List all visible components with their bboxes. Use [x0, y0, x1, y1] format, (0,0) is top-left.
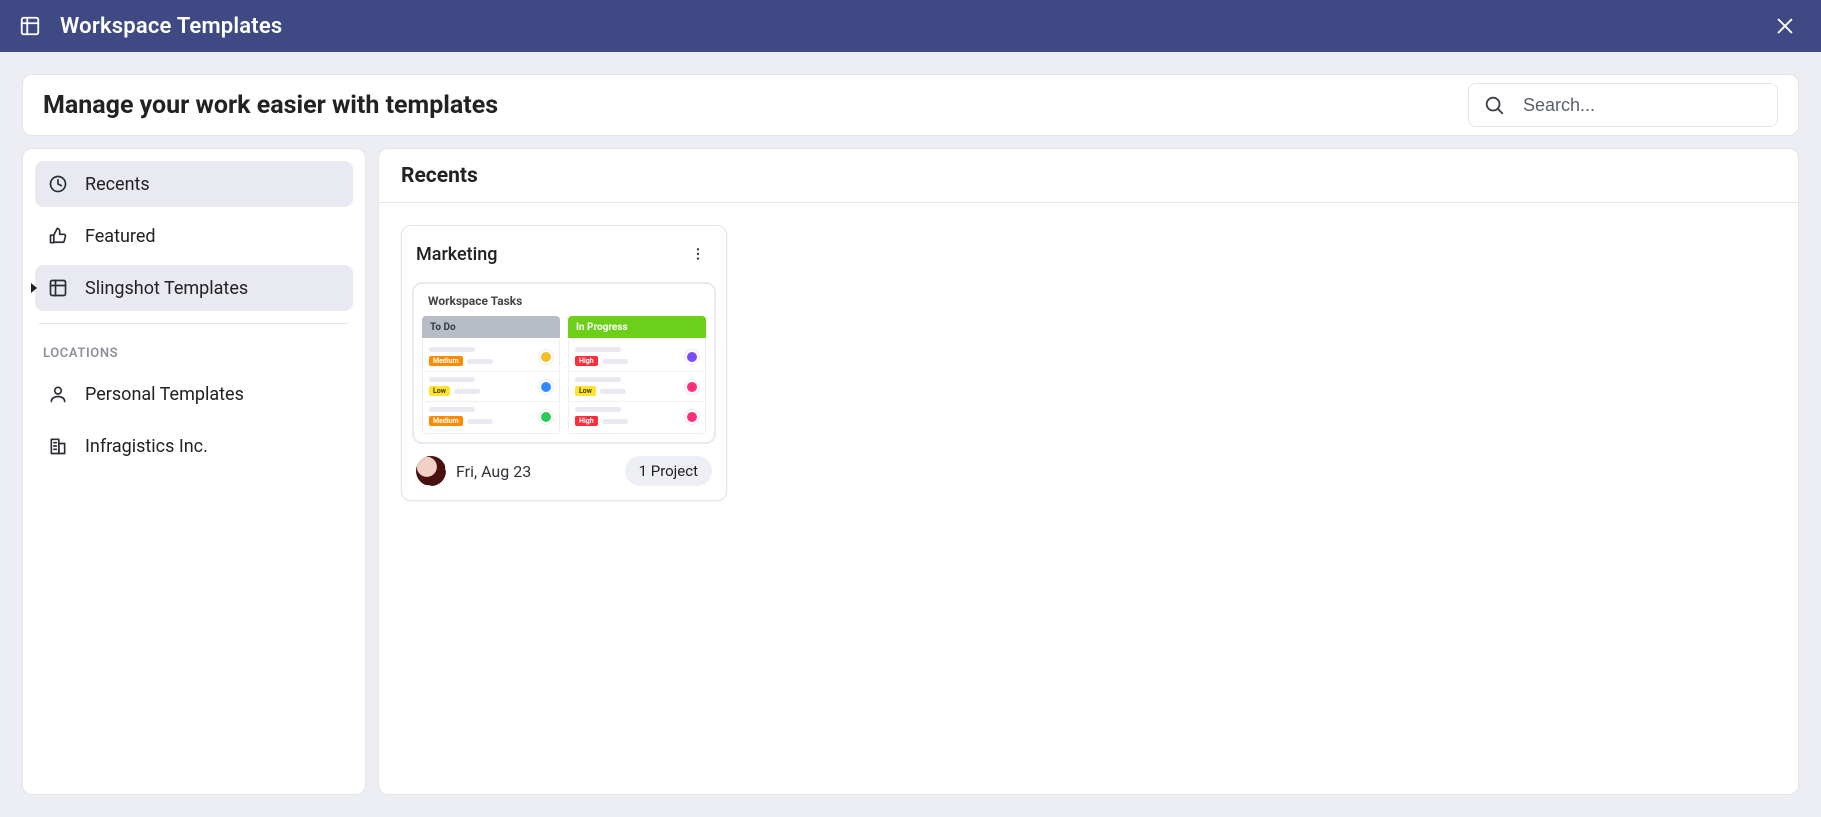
sidebar-divider	[39, 323, 349, 324]
close-button[interactable]	[1767, 8, 1803, 44]
sidebar-item-featured[interactable]: Featured	[35, 213, 353, 259]
assignee-avatar	[539, 380, 553, 394]
person-icon	[47, 383, 69, 405]
sidebar-item-personal-templates[interactable]: Personal Templates	[35, 371, 353, 417]
assignee-avatar	[539, 410, 553, 424]
priority-tag: Medium	[429, 416, 463, 426]
sidebar: Recents Featured Slingshot Templates	[22, 148, 366, 795]
board-column-todo: To Do Medium	[422, 316, 560, 434]
assignee-avatar	[539, 350, 553, 364]
template-preview: Workspace Tasks To Do Medium	[412, 282, 716, 444]
column-header: In Progress	[568, 316, 706, 338]
sidebar-item-slingshot-templates[interactable]: Slingshot Templates	[35, 265, 353, 311]
clock-icon	[47, 173, 69, 195]
assignee-avatar	[685, 380, 699, 394]
author-avatar	[416, 456, 446, 486]
task-item: Low	[569, 372, 705, 402]
task-item: Medium	[423, 402, 559, 431]
template-card-title: Marketing	[416, 244, 497, 265]
layout-icon	[47, 277, 69, 299]
sidebar-item-label: Slingshot Templates	[85, 278, 248, 299]
search-box[interactable]	[1468, 83, 1778, 127]
priority-tag: High	[575, 356, 598, 366]
titlebar-title: Workspace Templates	[60, 14, 282, 39]
building-icon	[47, 435, 69, 457]
task-item: Medium	[423, 342, 559, 372]
card-menu-button[interactable]	[684, 240, 712, 268]
workspace-icon	[18, 14, 42, 38]
board-column-progress: In Progress High	[568, 316, 706, 434]
hero-bar: Manage your work easier with templates	[22, 74, 1799, 136]
assignee-avatar	[685, 410, 699, 424]
sidebar-heading-locations: LOCATIONS	[35, 336, 353, 365]
main-panel: Recents Marketing Workspace Tasks	[378, 148, 1799, 795]
task-item: High	[569, 402, 705, 431]
sidebar-item-label: Recents	[85, 174, 150, 195]
sidebar-item-infragistics[interactable]: Infragistics Inc.	[35, 423, 353, 469]
kebab-icon	[690, 246, 706, 262]
close-icon	[1774, 15, 1796, 37]
priority-tag: Low	[429, 386, 450, 396]
template-date: Fri, Aug 23	[456, 462, 531, 481]
page-heading: Manage your work easier with templates	[43, 91, 498, 120]
search-icon	[1483, 94, 1505, 116]
sidebar-item-label: Featured	[85, 226, 156, 247]
priority-tag: Low	[575, 386, 596, 396]
priority-tag: High	[575, 416, 598, 426]
template-card[interactable]: Marketing Workspace Tasks To Do	[401, 225, 727, 501]
chevron-right-icon	[31, 283, 37, 293]
priority-tag: Medium	[429, 356, 463, 366]
titlebar: Workspace Templates	[0, 0, 1821, 52]
project-count-chip: 1 Project	[625, 456, 712, 486]
section-title: Recents	[379, 149, 1798, 203]
search-input[interactable]	[1521, 94, 1763, 117]
task-item: High	[569, 342, 705, 372]
thumbs-up-icon	[47, 225, 69, 247]
assignee-avatar	[685, 350, 699, 364]
column-header: To Do	[422, 316, 560, 338]
sidebar-item-label: Infragistics Inc.	[85, 436, 208, 457]
preview-title: Workspace Tasks	[428, 294, 702, 308]
sidebar-item-label: Personal Templates	[85, 384, 244, 405]
task-item: Low	[423, 372, 559, 402]
sidebar-item-recents[interactable]: Recents	[35, 161, 353, 207]
